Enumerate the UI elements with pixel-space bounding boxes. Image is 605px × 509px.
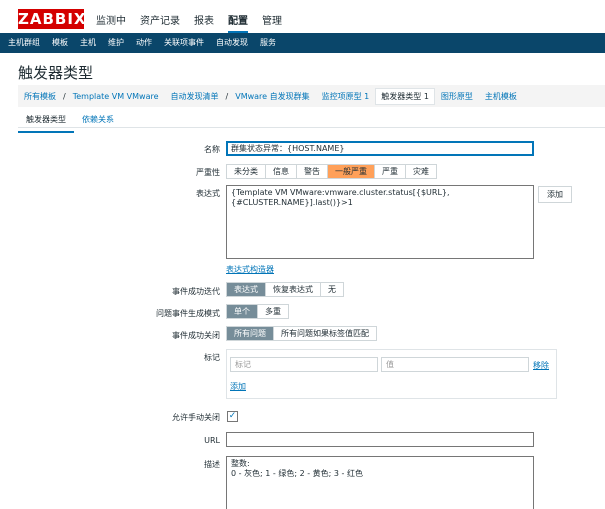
ok-event-generation-selector: 表达式 恢复表达式 无: [226, 282, 344, 297]
zabbix-logo[interactable]: ZABBIX: [18, 9, 86, 29]
expression-constructor-link[interactable]: 表达式构造器: [226, 264, 274, 275]
nav-reports[interactable]: 报表: [194, 12, 214, 33]
form-tabs: 触发器类型 依赖关系: [18, 112, 122, 133]
allow-manual-close-label: 允许手动关闭: [172, 413, 220, 422]
expression-line: {Template VM VMware:vmware.cluster.statu…: [231, 188, 450, 197]
add-expression-button[interactable]: 添加: [538, 186, 572, 203]
breadcrumb-discovery-list[interactable]: 自动发现清单: [165, 91, 225, 102]
problem-mode-multiple[interactable]: 多重: [258, 305, 288, 318]
ok-event-closes-label: 事件成功关闭: [172, 331, 220, 340]
problem-mode-single[interactable]: 单个: [227, 305, 258, 318]
description-line: 整数:: [231, 459, 250, 468]
menu-actions[interactable]: 动作: [130, 33, 158, 53]
description-line: 0 - 灰色; 1 - 绿色; 2 - 黄色; 3 - 红色: [231, 469, 363, 478]
expression-textarea[interactable]: {Template VM VMware:vmware.cluster.statu…: [226, 185, 534, 259]
ok-close-tag-match[interactable]: 所有问题如果标签值匹配: [274, 327, 376, 340]
ok-event-closes-selector: 所有问题 所有问题如果标签值匹配: [226, 326, 377, 341]
severity-high[interactable]: 严重: [375, 165, 406, 178]
severity-average[interactable]: 一般严重: [328, 165, 375, 178]
breadcrumb-trigger-prototypes[interactable]: 触发器类型 1: [375, 87, 435, 105]
add-tag-link[interactable]: 添加: [230, 381, 246, 392]
menu-correlation[interactable]: 关联项事件: [158, 33, 210, 53]
breadcrumb-graph-prototypes[interactable]: 图形原型: [435, 91, 479, 102]
top-header: ZABBIX 监测中 资产记录 报表 配置 管理: [0, 0, 605, 33]
tab-divider: [18, 127, 605, 128]
menu-maintenance[interactable]: 维护: [102, 33, 130, 53]
tag-value-input[interactable]: 值: [381, 357, 529, 372]
menu-host-groups[interactable]: 主机群组: [2, 33, 46, 53]
description-label: 描述: [204, 460, 220, 469]
tab-dependencies[interactable]: 依赖关系: [74, 112, 122, 133]
nav-administration[interactable]: 管理: [262, 12, 282, 33]
breadcrumb-template[interactable]: Template VM VMware: [67, 92, 165, 101]
tag-name-input[interactable]: 标记: [230, 357, 378, 372]
severity-disaster[interactable]: 灾难: [406, 165, 436, 178]
nav-inventory[interactable]: 资产记录: [140, 12, 180, 33]
name-input[interactable]: 群集状态异常：{HOST.NAME}: [226, 141, 534, 156]
tags-label: 标记: [204, 353, 220, 362]
ok-close-all-problems[interactable]: 所有问题: [227, 327, 274, 340]
nav-monitoring[interactable]: 监测中: [96, 12, 126, 33]
url-label: URL: [204, 436, 220, 445]
menu-templates[interactable]: 模板: [46, 33, 74, 53]
allow-manual-close-checkbox[interactable]: ✓: [227, 411, 238, 422]
severity-warning[interactable]: 警告: [297, 165, 328, 178]
problem-mode-selector: 单个 多重: [226, 304, 289, 319]
expression-line: {#CLUSTER.NAME}].last()}>1: [231, 198, 353, 207]
url-input[interactable]: [226, 432, 534, 447]
name-label: 名称: [204, 145, 220, 154]
description-textarea[interactable]: 整数: 0 - 灰色; 1 - 绿色; 2 - 黄色; 3 - 红色: [226, 456, 534, 509]
sub-menu-bar: 主机群组 模板 主机 维护 动作 关联项事件 自动发现 服务: [0, 33, 605, 53]
severity-not-classified[interactable]: 未分类: [227, 165, 266, 178]
expression-label: 表达式: [196, 189, 220, 198]
ok-event-generation-label: 事件成功迭代: [172, 287, 220, 296]
ok-event-recovery-expression[interactable]: 恢复表达式: [266, 283, 321, 296]
breadcrumb-item-prototypes[interactable]: 监控项原型 1: [316, 91, 376, 102]
breadcrumb-host-prototypes[interactable]: 主机模板: [479, 91, 523, 102]
severity-information[interactable]: 信息: [266, 165, 297, 178]
ok-event-expression[interactable]: 表达式: [227, 283, 266, 296]
top-navigation: 监测中 资产记录 报表 配置 管理: [96, 12, 282, 33]
severity-selector: 未分类 信息 警告 一般严重 严重 灾难: [226, 164, 437, 179]
menu-hosts[interactable]: 主机: [74, 33, 102, 53]
nav-configuration[interactable]: 配置: [228, 12, 248, 33]
breadcrumb: 所有模板 / Template VM VMware 自动发现清单 / VMwar…: [18, 85, 605, 107]
tab-trigger-prototype[interactable]: 触发器类型: [18, 112, 74, 133]
page-title: 触发器类型: [18, 64, 94, 82]
breadcrumb-all-templates[interactable]: 所有模板: [18, 91, 62, 102]
ok-event-none[interactable]: 无: [321, 283, 343, 296]
menu-discovery[interactable]: 自动发现: [210, 33, 254, 53]
severity-label: 严重性: [196, 168, 220, 177]
menu-services[interactable]: 服务: [254, 33, 282, 53]
problem-mode-label: 问题事件生成模式: [156, 309, 220, 318]
breadcrumb-discovery-rule[interactable]: VMware 自发现群集: [229, 91, 315, 102]
remove-tag-link[interactable]: 移除: [533, 360, 549, 371]
